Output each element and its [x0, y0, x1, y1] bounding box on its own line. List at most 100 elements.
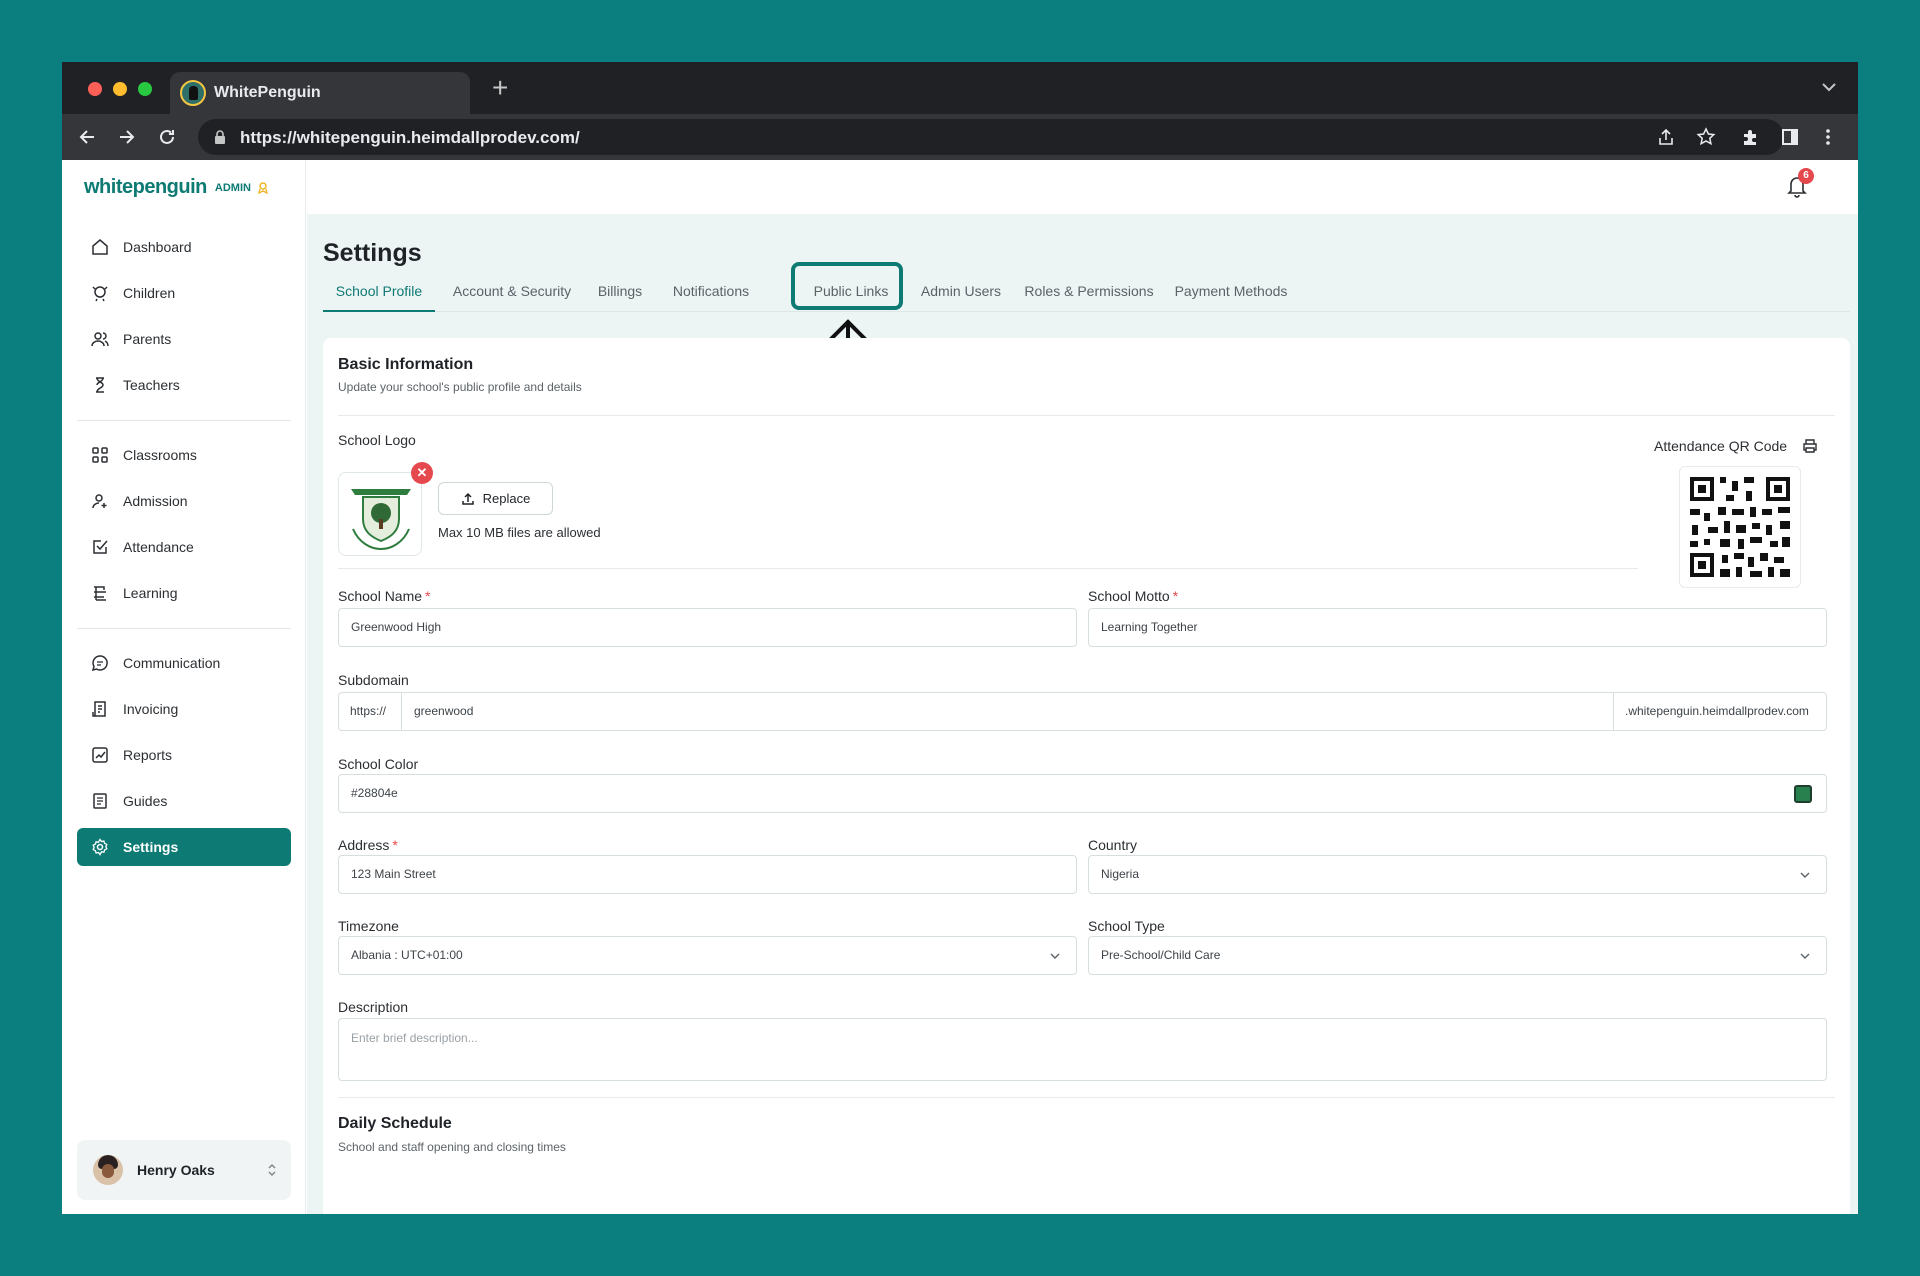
teacher-icon [96, 377, 104, 393]
attendance-qr-code[interactable] [1679, 466, 1801, 588]
maximize-window-button[interactable] [138, 82, 152, 96]
subdomain-field[interactable]: https:// greenwood .whitepenguin.heimdal… [338, 692, 1827, 731]
replace-logo-button[interactable]: Replace [438, 482, 553, 515]
sidebar-item-settings[interactable]: Settings [77, 828, 291, 866]
sidebar-item-label: Communication [123, 655, 221, 671]
subdomain-suffix: .whitepenguin.heimdallprodev.com [1613, 693, 1826, 730]
subdomain-label: Subdomain [338, 672, 409, 688]
sidebar-item-label: Classrooms [123, 447, 197, 463]
sidebar-item-children[interactable]: Children [77, 274, 291, 312]
browser-menu-icon[interactable] [1818, 127, 1838, 147]
address-input[interactable]: 123 Main Street [338, 855, 1077, 894]
daily-schedule-subtitle: School and staff opening and closing tim… [338, 1140, 566, 1154]
back-icon[interactable] [76, 126, 98, 148]
school-color-value: #28804e [351, 786, 398, 800]
logo-divider [338, 568, 1638, 569]
sidebar-divider [77, 420, 291, 421]
sidebar-item-dashboard[interactable]: Dashboard [77, 228, 291, 266]
lock-icon [215, 130, 225, 144]
browser-tabbar: WhitePenguin + [62, 62, 1858, 114]
description-textarea[interactable]: Enter brief description... [338, 1018, 1827, 1081]
notification-count-badge: 6 [1798, 168, 1814, 184]
close-window-button[interactable] [88, 82, 102, 96]
sidebar-item-label: Settings [123, 839, 179, 855]
sidebar-item-classrooms[interactable]: Classrooms [77, 436, 291, 474]
user-menu[interactable]: Henry Oaks [77, 1140, 291, 1200]
new-tab-button[interactable]: + [492, 74, 508, 102]
section-divider [338, 1097, 1835, 1098]
browser-tab[interactable]: WhitePenguin [170, 72, 470, 114]
side-panel-icon[interactable] [1780, 127, 1800, 147]
forward-icon[interactable] [116, 126, 138, 148]
sidebar-item-attendance[interactable]: Attendance [77, 528, 291, 566]
timezone-select[interactable]: Albania : UTC+01:00 [338, 936, 1077, 975]
sidebar-item-label: Invoicing [123, 701, 179, 717]
sidebar-item-invoicing[interactable]: Invoicing [77, 690, 291, 728]
app-root: whitepenguin ADMIN Dashboard Children Pa… [62, 160, 1858, 1214]
tab-account-security[interactable]: Account & Security [447, 280, 577, 312]
school-type-value: Pre-School/Child Care [1101, 948, 1221, 962]
brand-logo[interactable]: whitepenguin ADMIN [84, 176, 269, 199]
timezone-label: Timezone [338, 918, 399, 934]
remove-logo-button[interactable]: ✕ [411, 462, 433, 484]
sidebar-group-operations: Communication Invoicing Reports Guides S… [77, 644, 291, 874]
browser-window: WhitePenguin + https://whitepenguin.heim… [62, 62, 1858, 1214]
top-bar: 6 [307, 160, 1858, 214]
url-text: https://whitepenguin.heimdallprodev.com/ [240, 128, 580, 147]
tab-billings[interactable]: Billings [589, 280, 651, 312]
qr-code-icon [1690, 477, 1790, 577]
chart-icon [92, 747, 108, 763]
check-square-icon [93, 540, 108, 554]
school-type-select[interactable]: Pre-School/Child Care [1088, 936, 1827, 975]
brand-name: whitepenguin [84, 176, 207, 198]
tab-admin-users[interactable]: Admin Users [913, 280, 1009, 312]
sidebar-item-label: Attendance [123, 539, 194, 555]
sidebar-item-communication[interactable]: Communication [77, 644, 291, 682]
reload-icon[interactable] [156, 126, 178, 148]
daily-schedule-title: Daily Schedule [338, 1115, 452, 1132]
chat-icon [91, 655, 108, 672]
upload-icon [461, 492, 474, 505]
favicon-icon [180, 80, 206, 106]
sidebar-item-learning[interactable]: Learning [77, 574, 291, 612]
school-name-input[interactable]: Greenwood High [338, 608, 1077, 647]
tab-roles-permissions[interactable]: Roles & Permissions [1021, 280, 1157, 312]
sidebar-item-label: Reports [123, 747, 173, 763]
tab-notifications[interactable]: Notifications [663, 280, 759, 312]
sidebar-item-parents[interactable]: Parents [77, 320, 291, 358]
address-bar[interactable]: https://whitepenguin.heimdallprodev.com/ [198, 119, 1784, 155]
school-type-label: School Type [1088, 918, 1165, 934]
sidebar-group-academics: Classrooms Admission Attendance Learning [77, 436, 291, 620]
admin-badge-icon [258, 181, 268, 194]
child-icon [92, 286, 108, 302]
minimize-window-button[interactable] [113, 82, 127, 96]
bookmark-star-icon[interactable] [1696, 127, 1716, 147]
timezone-value: Albania : UTC+01:00 [351, 948, 463, 962]
document-icon [93, 793, 107, 809]
share-icon[interactable] [1656, 127, 1676, 147]
chevron-down-icon [1800, 953, 1810, 959]
school-motto-input[interactable]: Learning Together [1088, 608, 1827, 647]
country-label: Country [1088, 837, 1138, 853]
sidebar-item-label: Children [123, 285, 176, 301]
sidebar-item-guides[interactable]: Guides [77, 782, 291, 820]
country-select[interactable]: Nigeria [1088, 855, 1827, 894]
extensions-icon[interactable] [1740, 127, 1760, 147]
address-label: Address * [338, 837, 398, 853]
description-label: Description [338, 999, 409, 1015]
sidebar-item-reports[interactable]: Reports [77, 736, 291, 774]
user-name: Henry Oaks [137, 1162, 215, 1178]
tab-school-profile[interactable]: School Profile [323, 280, 435, 312]
sidebar-item-admission[interactable]: Admission [77, 482, 291, 520]
tab-search-chevron-icon[interactable] [1820, 78, 1838, 96]
sidebar-item-teachers[interactable]: Teachers [77, 366, 291, 404]
print-icon[interactable] [1802, 438, 1818, 454]
page-title: Settings [323, 239, 422, 267]
subdomain-input[interactable]: greenwood [414, 693, 473, 730]
chevron-down-icon [1800, 872, 1810, 878]
chevron-up-down-icon [268, 1164, 276, 1176]
color-swatch[interactable] [1794, 785, 1812, 803]
school-color-input[interactable]: #28804e [338, 774, 1827, 813]
tab-payment-methods[interactable]: Payment Methods [1169, 280, 1293, 312]
school-color-label: School Color [338, 756, 419, 772]
